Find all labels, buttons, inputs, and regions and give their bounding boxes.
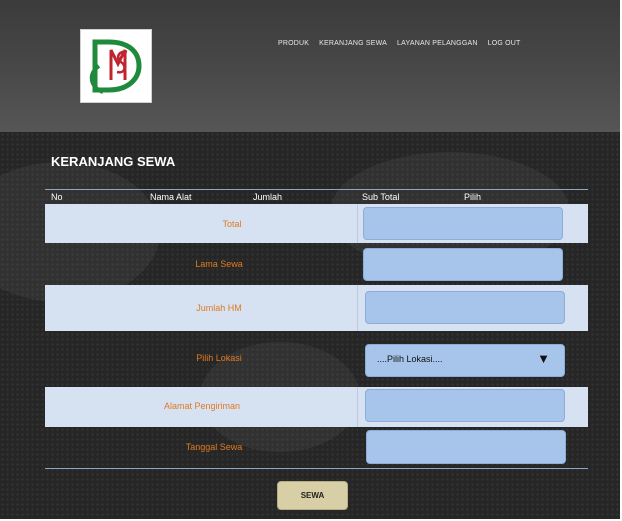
logo-icon [89, 39, 142, 94]
tanggal-sewa-field[interactable] [366, 430, 566, 464]
company-logo[interactable] [80, 29, 152, 103]
col-pilih: Pilih [464, 192, 482, 202]
nav-log-out[interactable]: LOG OUT [488, 40, 521, 47]
tanggal-sewa-label: Tanggal Sewa [185, 442, 243, 452]
dropdown-arrow-icon[interactable]: ▼ [537, 351, 550, 366]
col-no: No [51, 192, 63, 202]
lokasi-select[interactable]: ....Pilih Lokasi.... ▼ [365, 344, 565, 377]
nav-keranjang-sewa[interactable]: KERANJANG SEWA [319, 40, 387, 47]
jumlah-hm-label: Jumlah HM [196, 303, 242, 313]
col-jumlah: Jumlah [253, 192, 283, 202]
jumlah-hm-field[interactable] [365, 291, 565, 324]
nav-produk[interactable]: PRODUK [278, 40, 309, 47]
row-divider [357, 204, 358, 243]
row-divider [357, 285, 358, 331]
page-title: KERANJANG SEWA [51, 154, 176, 169]
app-frame: PRODUK KERANJANG SEWA LAYANAN PELANGGAN … [0, 0, 622, 521]
lokasi-select-value: ....Pilih Lokasi.... [377, 354, 443, 364]
main-nav: PRODUK KERANJANG SEWA LAYANAN PELANGGAN … [278, 40, 521, 47]
row-divider [357, 387, 358, 427]
table-bottom-border [45, 468, 588, 469]
total-label: Total [222, 219, 242, 229]
total-field[interactable] [363, 207, 563, 240]
sewa-button[interactable]: SEWA [277, 481, 348, 510]
nav-layanan-pelanggan[interactable]: LAYANAN PELANGGAN [397, 40, 478, 47]
alamat-field[interactable] [365, 389, 565, 422]
table-header: No Nama Alat Jumlah Sub Total Pilih [45, 189, 588, 204]
header: PRODUK KERANJANG SEWA LAYANAN PELANGGAN … [0, 0, 620, 132]
lama-sewa-field[interactable] [363, 248, 563, 281]
col-nama-alat: Nama Alat [150, 192, 192, 202]
col-sub-total: Sub Total [362, 192, 400, 202]
pilih-lokasi-label: Pilih Lokasi [196, 353, 242, 363]
lama-sewa-label: Lama Sewa [195, 259, 243, 269]
alamat-label: Alamat Pengiriman [163, 401, 241, 411]
